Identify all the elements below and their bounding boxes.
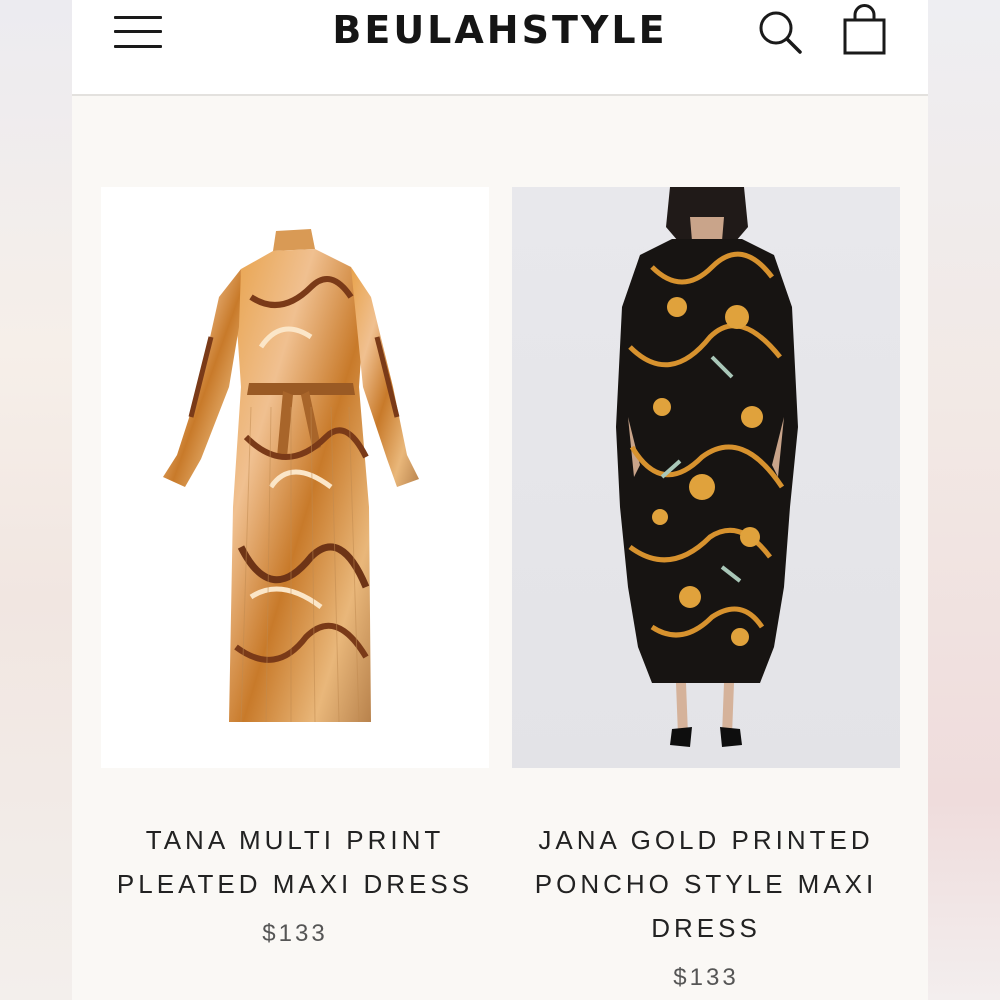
product-card[interactable]: JANA GOLD PRINTED PONCHO STYLE MAXI DRES… xyxy=(512,187,900,992)
product-price: $133 xyxy=(673,964,739,991)
site-header: BEULAHSTYLE xyxy=(72,0,928,96)
background-blur-left xyxy=(0,0,72,1000)
product-title-line: DRESS xyxy=(651,913,761,943)
product-image[interactable] xyxy=(101,187,489,768)
product-title-line: JANA GOLD PRINTED xyxy=(538,825,874,855)
product-price: $133 xyxy=(262,920,328,947)
product-card[interactable]: TANA MULTI PRINT PLEATED MAXI DRESS $133 xyxy=(101,187,489,948)
product-title-line: PONCHO STYLE MAXI xyxy=(534,869,878,899)
search-icon[interactable] xyxy=(758,10,804,56)
product-image[interactable] xyxy=(512,187,900,768)
product-title[interactable]: TANA MULTI PRINT PLEATED MAXI DRESS xyxy=(101,818,489,906)
product-title[interactable]: JANA GOLD PRINTED PONCHO STYLE MAXI DRES… xyxy=(512,818,900,950)
shopping-bag-icon[interactable] xyxy=(842,4,888,56)
background-blur-right xyxy=(928,0,1000,1000)
product-title-line: TANA MULTI PRINT xyxy=(145,825,445,855)
page-viewport: BEULAHSTYLE TANA MULTI PRINT PLEATED MAX… xyxy=(72,0,928,1000)
product-title-line: PLEATED MAXI DRESS xyxy=(116,869,474,899)
